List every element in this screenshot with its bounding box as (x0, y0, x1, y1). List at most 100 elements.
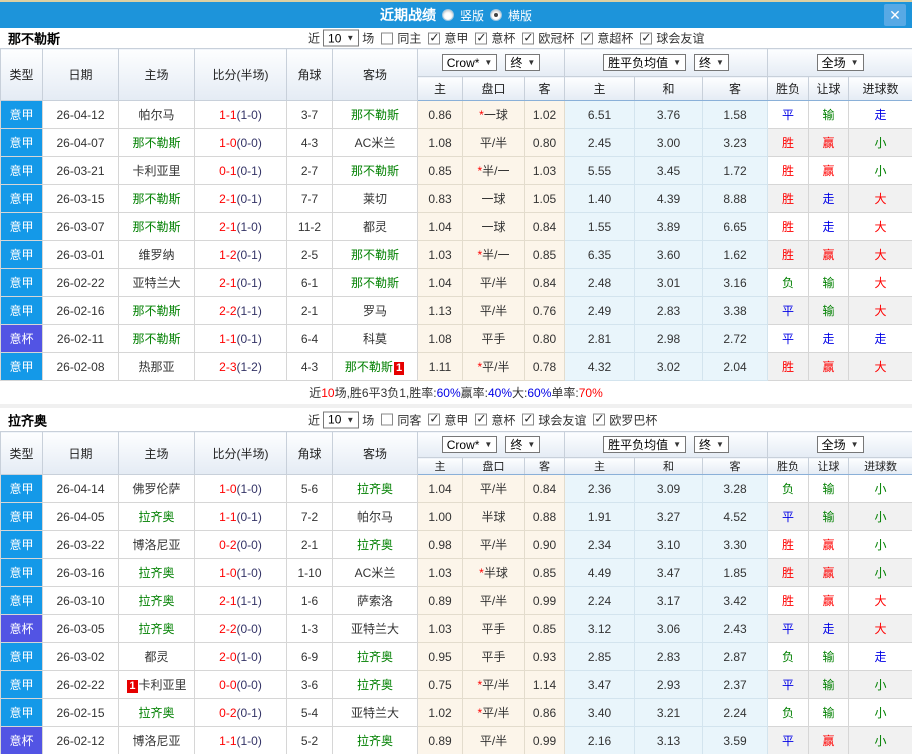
handicap-line: 半球 (462, 502, 525, 531)
handicap-odds-away: 0.90 (523, 530, 566, 559)
wdl-average-select[interactable]: 胜平负均值 ▼ (603, 54, 687, 71)
league-checkbox-球会友谊[interactable] (640, 30, 653, 44)
result-handicap: 输 (808, 670, 850, 699)
column-header: 类型 (0, 431, 43, 475)
handicap-line: 平/半 (462, 530, 525, 559)
home-team: 拉齐奥 (118, 586, 195, 615)
league-label: 意杯 (491, 31, 516, 46)
away-team: 亚特兰大 (332, 698, 418, 727)
odds-draw: 3.76 (634, 100, 704, 129)
result-handicap: 输 (808, 502, 850, 531)
halftime-score: (0-0) (236, 677, 262, 692)
bookmaker-select-value: Crow* (446, 437, 480, 452)
same-venue-checkbox[interactable] (381, 32, 394, 44)
fulltime-score: 0-2 (219, 705, 237, 720)
final-odds-select[interactable]: 终 ▼ (505, 436, 541, 453)
result-handicap: 赢 (808, 352, 850, 381)
close-icon[interactable]: ✕ (884, 4, 906, 26)
wdl-final-select[interactable]: 终 ▼ (694, 436, 729, 453)
home-team: 卡利亚里 (118, 156, 195, 185)
corner-score: 6-1 (286, 268, 333, 297)
bookmaker-select[interactable]: Crow* ▼ (441, 436, 498, 453)
fulltime-score: 1-1 (219, 509, 237, 524)
wdl-average-group: 胜平负均值 ▼ 终 ▼ (564, 48, 769, 77)
subcolumn-header: 客 (702, 76, 769, 101)
wdl-average-select[interactable]: 胜平负均值 ▼ (603, 436, 687, 453)
league-checkbox-欧冠杯[interactable] (522, 30, 535, 44)
match-count-select-value: 10 (328, 412, 342, 427)
league-checkbox-欧罗巴杯[interactable] (593, 412, 606, 426)
match-count-select[interactable]: 10 ▼ (323, 29, 360, 47)
handicap-odds-home: 0.95 (417, 642, 463, 671)
filter-controls: 近 10 ▼ 场 同客 意甲 意杯 球会友谊 欧罗巴杯 (308, 411, 657, 428)
home-team: 都灵 (118, 642, 195, 671)
bookmaker-select[interactable]: Crow* ▼ (441, 54, 498, 71)
team-name-text: 那不勒斯 (132, 332, 181, 346)
halftime-score: (0-1) (236, 191, 262, 206)
scope-select[interactable]: 全场 ▼ (816, 54, 864, 71)
league-checkbox-意杯[interactable] (475, 30, 488, 44)
score: 2-2(0-0) (194, 614, 287, 643)
titlebar: 近期战绩 竖版 横版 ✕ (0, 0, 912, 28)
league-type-badge: 意甲 (0, 530, 43, 559)
chevron-down-icon: ▼ (850, 440, 859, 449)
result-goals: 大 (848, 184, 912, 213)
handicap-line: 一球 (462, 184, 525, 213)
corner-score: 7-2 (286, 502, 333, 531)
team-name-text: 那不勒斯 (132, 304, 181, 318)
fulltime-score: 1-1 (219, 733, 237, 748)
subcolumn-header: 客 (523, 457, 566, 475)
same-venue-checkbox[interactable] (381, 413, 394, 426)
home-team: 维罗纳 (118, 240, 195, 269)
horizontal-layout-radio[interactable] (490, 9, 502, 21)
league-checkbox-意杯[interactable] (475, 412, 488, 426)
handicap-line: *半/一 (462, 156, 525, 185)
league-checkbox-球会友谊[interactable] (522, 412, 535, 426)
home-team: 博洛尼亚 (118, 726, 195, 754)
vertical-layout-radio[interactable] (441, 9, 454, 21)
recent-results-panel: 近期战绩 竖版 横版 ✕ 那不勒斯近10▼场同主意甲意杯欧冠杯意超杯球会友谊类型… (0, 0, 912, 754)
handicap-odds-home: 0.89 (417, 726, 463, 754)
away-team: 都灵 (332, 212, 418, 241)
away-team: 拉齐奥 (332, 670, 418, 699)
subcolumn-header: 主 (417, 76, 463, 101)
league-label: 欧冠杯 (538, 31, 575, 46)
league-type-badge: 意甲 (0, 268, 43, 297)
home-team: 博洛尼亚 (118, 530, 195, 559)
league-type-badge: 意甲 (0, 698, 43, 727)
team-name-text: AC米兰 (354, 136, 396, 150)
subcolumn-header: 进球数 (848, 76, 912, 101)
wdl-average-select-value: 胜平负均值 (608, 56, 669, 70)
result-handicap: 赢 (808, 586, 850, 615)
summary-part: 胜率: (409, 386, 437, 400)
handicap-line: *平/半 (462, 670, 525, 699)
league-checkbox-意甲[interactable] (428, 412, 441, 426)
wdl-final-select[interactable]: 终 ▼ (694, 54, 729, 71)
team-name-text: 拉齐奥 (356, 650, 393, 664)
result-wdl: 胜 (767, 558, 810, 587)
corner-score: 1-3 (286, 614, 333, 643)
match-date: 26-03-16 (42, 558, 119, 587)
bookmaker-odds-group: Crow* ▼ 终 ▼ (416, 431, 566, 458)
result-handicap: 走 (808, 212, 850, 241)
table-row: 意甲 26-04-14 佛罗伦萨 1-0(1-0) 5-6 拉齐奥 1.04 平/半 0.84 2… (0, 474, 912, 503)
final-odds-select[interactable]: 终 ▼ (505, 54, 541, 71)
handicap-odds-away: 0.84 (523, 268, 566, 297)
league-type-badge: 意甲 (0, 212, 43, 241)
league-checkbox-意超杯[interactable] (581, 30, 594, 44)
match-count-select[interactable]: 10 ▼ (323, 411, 360, 428)
result-handicap: 赢 (808, 156, 850, 185)
team-name-text: 那不勒斯 (132, 136, 181, 150)
result-wdl: 胜 (767, 156, 810, 185)
handicap-odds-away: 0.93 (523, 642, 566, 671)
record-summary: 近 10 场,胜6平3负1, 胜率: 60% 赢率: 40% 大: 60% 单率: 70% (0, 381, 912, 404)
scope-select[interactable]: 全场 ▼ (816, 436, 864, 453)
away-team: 那不勒斯 1 (332, 352, 418, 381)
odds-lose: 4.52 (702, 502, 769, 531)
fulltime-score: 2-3 (219, 359, 237, 374)
result-wdl: 胜 (767, 530, 810, 559)
handicap-line: *半球 (462, 558, 525, 587)
odds-lose: 2.72 (702, 324, 769, 353)
league-checkbox-意甲[interactable] (428, 30, 441, 44)
handicap-line: *半/一 (462, 240, 525, 269)
